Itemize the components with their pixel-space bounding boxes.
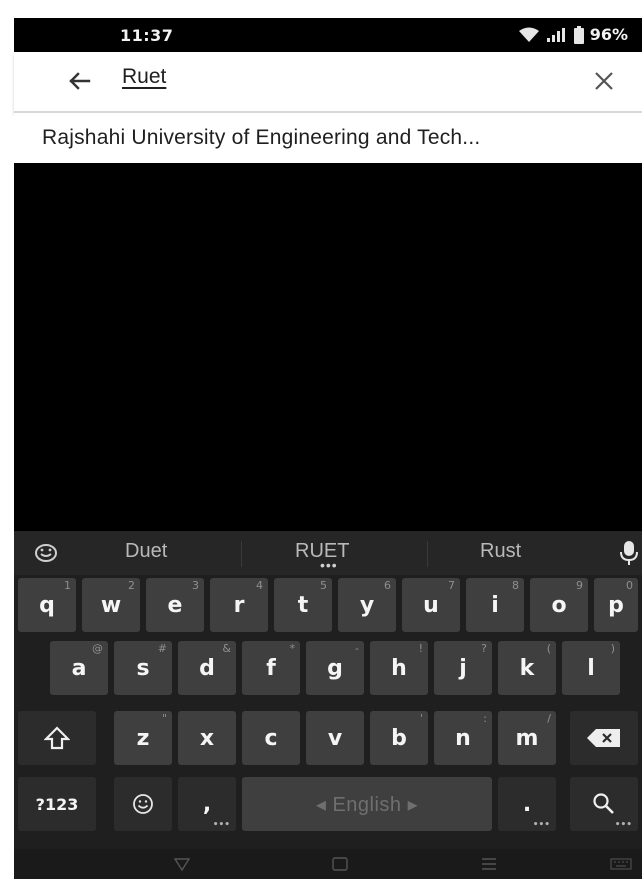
emoji-key[interactable] [114,777,172,831]
key-z[interactable]: " z [114,711,172,765]
battery-icon [573,25,584,44]
search-icon [593,793,614,814]
close-icon[interactable] [592,69,616,93]
arrow-left-icon[interactable] [64,66,94,96]
keyboard-suggestion-1[interactable]: Duet [125,540,167,563]
key-p[interactable]: 0p [594,578,638,632]
signal-icon [546,27,565,42]
comma-key[interactable]: , ••• [178,777,236,831]
key-o[interactable]: 9o [530,578,588,632]
microphone-icon[interactable] [619,540,639,566]
symbols-key[interactable]: ?123 [18,777,96,831]
key-v[interactable]: v [306,711,364,765]
key-j[interactable]: ? j [434,641,492,695]
key-u[interactable]: 7u [402,578,460,632]
wifi-icon [518,27,539,42]
suggestion-text: Rajshahi University of Engineering and T… [42,126,481,149]
key-f[interactable]: * f [242,641,300,695]
key-y[interactable]: 6y [338,578,396,632]
key-x[interactable]: x [178,711,236,765]
key-q[interactable]: 1q [18,578,76,632]
keyboard-suggestion-bar: Duet RUET ••• Rust [14,531,642,575]
suggestion-divider [427,541,428,567]
recents-nav-icon[interactable] [481,858,497,870]
suggestion-divider [241,541,242,567]
smiley-icon [133,794,153,814]
status-bar: 11:37 96% [14,18,642,52]
navigation-bar [14,849,642,879]
key-h[interactable]: ! h [370,641,428,695]
battery-percent: 96% [589,25,628,44]
key-g[interactable]: -g [306,641,364,695]
key-e[interactable]: 3e [146,578,204,632]
status-indicators: 96% [518,25,628,44]
search-key[interactable]: ••• [570,777,638,831]
key-c[interactable]: c [242,711,300,765]
key-w[interactable]: 2w [82,578,140,632]
key-t[interactable]: 5t [274,578,332,632]
keyboard-suggestion-3[interactable]: Rust [480,540,521,563]
key-a[interactable]: @ a [50,641,108,695]
shift-icon [44,726,70,750]
home-nav-icon[interactable] [332,857,348,871]
search-input[interactable]: Ruet [122,65,166,89]
back-nav-icon[interactable] [174,857,190,871]
key-m[interactable]: / m [498,711,556,765]
soft-keyboard: Duet RUET ••• Rust 1q 2w 3e 4r 5t 6y 7u … [14,531,642,879]
period-key[interactable]: . ••• [498,777,556,831]
key-i[interactable]: 8i [466,578,524,632]
key-r[interactable]: 4r [210,578,268,632]
backspace-key[interactable] [570,711,638,765]
backspace-icon [587,729,620,747]
key-d[interactable]: & d [178,641,236,695]
key-n[interactable]: :n [434,711,492,765]
shift-key[interactable] [18,711,96,765]
space-bar[interactable]: ◂ English ▸ [242,777,492,831]
key-k[interactable]: (k [498,641,556,695]
emoji-sticker-icon[interactable] [34,542,58,564]
key-s[interactable]: # s [114,641,172,695]
key-l[interactable]: ) l [562,641,620,695]
content-area [14,163,642,531]
status-time: 11:37 [120,26,174,45]
search-bar: Ruet [14,52,642,113]
key-b[interactable]: ' b [370,711,428,765]
keyboard-switch-icon[interactable] [610,858,632,870]
search-suggestion-item[interactable]: Rajshahi University of Engineering and T… [14,113,642,163]
more-suggestions-indicator: ••• [320,557,338,573]
